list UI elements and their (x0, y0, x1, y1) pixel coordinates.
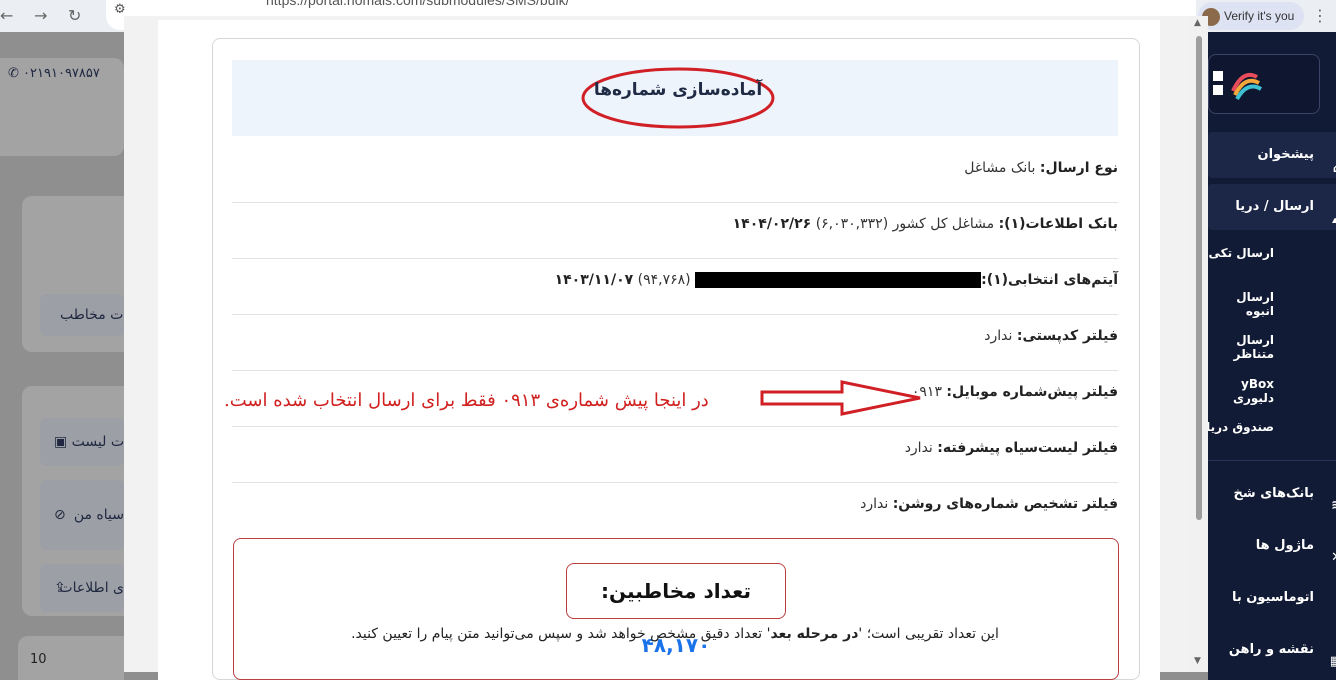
row-send-type: نوع ارسال: بانک مشاغل (232, 160, 1118, 176)
sidebar-sub-mybox[interactable]: yBox دلیوری (1208, 377, 1274, 405)
import-button[interactable]: ی اطلاعات ⇪ (40, 564, 124, 612)
divider (232, 370, 1118, 371)
sidebar-item-automation[interactable]: اتوماسیون با ▮ (1208, 578, 1336, 618)
row-label: فیلتر پیش‌شماره موبایل: (946, 384, 1118, 400)
chart-icon: ▮ (1328, 590, 1336, 617)
row-label: فیلتر کدپستی: (1016, 328, 1118, 344)
add-contact-button[interactable]: ت مخاطب (40, 294, 124, 336)
database-icon: ≋ (1328, 486, 1336, 513)
sidebar-item-label: اتوماسیون با (1231, 590, 1314, 605)
site-info-icon[interactable]: ⚙ (114, 2, 126, 17)
row-value: ندارد (860, 496, 889, 512)
page-title: آماده‌سازی شماره‌ها (593, 80, 763, 100)
sidebar-item-label: پیشخوان (1257, 147, 1315, 162)
row-value: ندارد (984, 328, 1013, 344)
divider (232, 202, 1118, 203)
row-date: ۱۴۰۳/۱۱/۰۷ (554, 272, 634, 288)
ban-icon: ⊘ (54, 507, 66, 523)
row-data-bank: بانک اطلاعات(۱): مشاغل کل کشور (۶,۰۳۰,۳۳… (232, 216, 1118, 232)
divider (232, 426, 1118, 427)
reload-icon[interactable]: ↻ (68, 6, 81, 25)
row-value: بانک مشاغل (964, 160, 1036, 176)
desc-prefix: این تعداد تقریبی است؛ ' (858, 626, 999, 642)
import-button-label: ی اطلاعات (59, 580, 124, 596)
tools-icon: ✕ (1328, 538, 1336, 565)
count-badge: تعداد مخاطبین: ۴۸,۱۷۰ (566, 563, 786, 657)
row-label: آیتم‌های انتخابی(۱): (981, 272, 1118, 288)
row-label: بانک اطلاعات(۱): (998, 216, 1118, 232)
phone-number: ✆ ۰۲۱۹۱۰۹۷۸۵۷ (8, 66, 100, 81)
count-label: تعداد مخاطبین: (601, 579, 751, 603)
profile-button[interactable]: Verify it's you (1198, 2, 1304, 30)
row-label: نوع ارسال: (1039, 160, 1118, 176)
row-label: فیلتر تشخیص شماره‌های روشن: (892, 496, 1118, 512)
redacted-block (695, 272, 982, 288)
row-date: ۱۴۰۴/۰۲/۲۶ (732, 216, 812, 232)
row-label: فیلتر لیست‌سیاه پیشرفته: (937, 440, 1118, 456)
divider (232, 258, 1118, 259)
sidebar-item-send-receive[interactable]: ارسال / دریا ▰ (1208, 184, 1336, 230)
row-blacklist-filter: فیلتر لیست‌سیاه پیشرفته: ندارد (232, 440, 1118, 456)
divider (232, 482, 1118, 483)
forward-icon[interactable]: → (34, 6, 47, 25)
row-postal-filter: فیلتر کدپستی: ندارد (232, 328, 1118, 344)
blacklist-button[interactable]: سیاه من ⊘ (40, 480, 124, 550)
annotation-arrow-icon (760, 380, 921, 416)
profile-label: Verify it's you (1224, 9, 1295, 23)
sidebar-sub-matched[interactable]: ارسال متناظر (1208, 333, 1275, 361)
list-button-label: ت لیست (71, 434, 124, 450)
menu-icon[interactable]: ⋮ (1312, 6, 1328, 25)
row-active-numbers-filter: فیلتر تشخیص شماره‌های روشن: ندارد (232, 496, 1118, 512)
list-button[interactable]: ت لیست ▣ (40, 418, 124, 466)
row-selected-items: آیتم‌های انتخابی(۱): (۹۴,۷۶۸) ۱۴۰۳/۱۱/۰۷ (232, 272, 1118, 288)
chart-y-tick: 10 (30, 652, 47, 667)
sidebar-item-dashboard[interactable]: پیشخوان ⌂ (1208, 132, 1336, 178)
sidebar-sub-single[interactable]: ارسال تکی (1208, 246, 1274, 260)
logo-icon (1213, 71, 1262, 101)
sidebar-item-label: ماژول ها (1255, 538, 1314, 553)
app-logo[interactable] (1208, 54, 1320, 114)
scrollbar-thumb[interactable] (1196, 36, 1202, 520)
chat-icon: ▰ (1328, 198, 1336, 228)
sidebar-item-banks[interactable]: بانک‌های شخ ≋ (1208, 474, 1336, 514)
scroll-up-icon[interactable]: ▲ (1194, 18, 1201, 28)
sidebar-divider (1208, 460, 1336, 461)
scroll-down-icon[interactable]: ▼ (1194, 656, 1201, 666)
contact-list-icon: ▣ (54, 434, 68, 450)
home-icon: ⌂ (1328, 146, 1336, 176)
url-text: https://portal.nomais.com/submodules/SMS… (266, 0, 570, 8)
sidebar-item-modules[interactable]: ماژول ها ✕ (1208, 526, 1336, 566)
phone-icon: ✆ (8, 66, 19, 81)
sidebar-sub-inbox[interactable]: صندوق دریاف (1208, 420, 1274, 434)
row-value: مشاغل کل کشور (۶,۰۳۰,۳۳۲) (815, 216, 995, 232)
desc-suffix: ' تعداد دقیق مشخص خواهد شد و سپس می‌توان… (351, 626, 771, 642)
count-description: این تعداد تقریبی است؛ 'در مرحله بعد' تعد… (240, 626, 1110, 642)
phone-text: ۰۲۱۹۱۰۹۷۸۵۷ (23, 66, 100, 81)
row-value: (۹۴,۷۶۸) (637, 272, 691, 288)
row-value: ندارد (904, 440, 933, 456)
annotation-note: در اینجا پیش شماره‌ی ۰۹۱۳ فقط برای ارسال… (224, 390, 709, 411)
sidebar-item-label: ارسال / دریا (1235, 199, 1314, 214)
blacklist-button-label: سیاه من (73, 507, 124, 523)
desc-bold: در مرحله بعد (770, 626, 859, 642)
divider (232, 314, 1118, 315)
sidebar-item-label: نقشه و راهن (1228, 642, 1314, 657)
map-icon: ▦ (1329, 654, 1336, 669)
sidebar-item-label: بانک‌های شخ (1233, 486, 1314, 501)
sidebar-sub-bulk[interactable]: ارسال انبوه (1208, 290, 1274, 318)
upload-icon: ⇪ (54, 580, 66, 596)
sidebar-item-roadmap[interactable]: نقشه و راهن ▦ (1208, 630, 1336, 670)
back-icon[interactable]: ← (0, 6, 13, 25)
